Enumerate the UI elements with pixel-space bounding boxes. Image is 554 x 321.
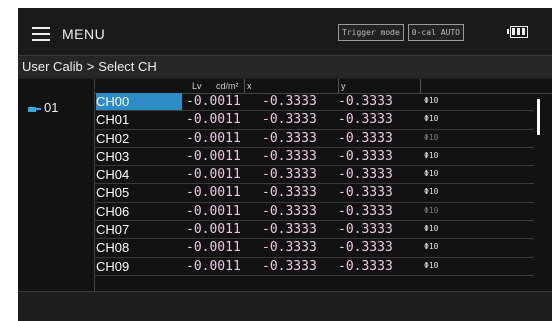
probe-status-icon: Φ10 <box>424 113 438 125</box>
probe-label: Φ10 <box>424 205 439 215</box>
x-value: -0.3333 <box>262 185 317 201</box>
breadcrumb-separator: > <box>86 59 95 74</box>
y-value: -0.3333 <box>338 258 393 274</box>
probe-status-icon: Φ10 <box>424 260 438 272</box>
trigger-mode-indicator: Trigger mode <box>338 24 404 41</box>
channel-list: CH00 -0.0011 -0.3333 -0.3333 Φ10 CH01 -0.0011-… <box>94 93 534 276</box>
column-unit: cd/m² <box>216 81 239 91</box>
x-value: -0.3333 <box>262 258 317 274</box>
channel-name: CH00 <box>96 93 182 110</box>
probe-status-icon: Φ10 <box>424 132 438 144</box>
channel-row[interactable]: CH08 -0.0011 -0.3333 -0.3333 Φ10 <box>94 239 534 258</box>
probe-plug-icon <box>28 105 42 113</box>
top-bar: MENU Trigger mode 0-cal AUTO <box>18 8 552 56</box>
channel-name: CH02 <box>96 130 130 146</box>
channel-row[interactable]: CH03 -0.0011 -0.3333 -0.3333 Φ10 <box>94 148 534 167</box>
probe-label: Φ10 <box>424 150 439 160</box>
y-value: -0.3333 <box>338 185 393 201</box>
x-value: -0.3333 <box>262 148 317 164</box>
lv-value: -0.0011 <box>186 148 241 164</box>
group-pane: 01 <box>18 79 95 291</box>
channel-name: CH04 <box>96 167 130 183</box>
channel-row[interactable]: CH00 -0.0011 -0.3333 -0.3333 Φ10 <box>94 93 534 112</box>
x-value: -0.3333 <box>262 112 317 128</box>
lv-value: -0.0011 <box>186 112 241 128</box>
battery-icon <box>507 26 528 38</box>
channel-name: CH07 <box>96 222 130 238</box>
channel-row[interactable]: CH01 -0.0011 -0.3333 -0.3333 Φ10 <box>94 111 534 130</box>
y-value: -0.3333 <box>338 240 393 256</box>
lv-value: -0.0011 <box>186 130 241 146</box>
column-divider <box>244 79 245 93</box>
probe-status-icon: Φ10 <box>424 150 438 162</box>
x-value: -0.3333 <box>262 167 317 183</box>
y-value: -0.3333 <box>338 167 393 183</box>
probe-label: Φ10 <box>424 169 439 179</box>
x-value: -0.3333 <box>262 240 317 256</box>
breadcrumb: User Calib > Select CH <box>18 56 552 78</box>
probe-status-icon: Φ10 <box>424 168 438 180</box>
lv-value: -0.0011 <box>186 94 241 109</box>
column-divider <box>420 79 421 93</box>
channel-name: CH03 <box>96 148 130 164</box>
column-header: Lv cd/m² x y <box>94 79 552 94</box>
probe-label: Φ10 <box>424 187 439 197</box>
footer-bar <box>18 291 552 321</box>
y-value: -0.3333 <box>338 94 393 109</box>
probe-status-icon: Φ10 <box>424 223 438 235</box>
hamburger-icon <box>32 27 50 41</box>
channel-name: CH05 <box>96 185 130 201</box>
probe-label: Φ10 <box>424 224 439 234</box>
column-lv: Lv <box>192 81 202 91</box>
lv-value: -0.0011 <box>186 185 241 201</box>
y-value: -0.3333 <box>338 112 393 128</box>
zero-cal-indicator: 0-cal AUTO <box>407 24 464 41</box>
channel-row[interactable]: CH04 -0.0011 -0.3333 -0.3333 Φ10 <box>94 166 534 185</box>
x-value: -0.3333 <box>262 203 317 219</box>
group-item[interactable]: 01 <box>28 99 88 117</box>
status-indicators: Trigger mode 0-cal AUTO <box>338 24 464 41</box>
column-y: y <box>341 81 346 91</box>
column-divider <box>338 79 339 93</box>
channel-row[interactable]: CH09 -0.0011 -0.3333 -0.3333 Φ10 <box>94 258 534 276</box>
breadcrumb-root: User Calib <box>22 59 83 74</box>
x-value: -0.3333 <box>262 130 317 146</box>
lv-value: -0.0011 <box>186 258 241 274</box>
channel-row[interactable]: CH06 -0.0011 -0.3333 -0.3333 Φ10 <box>94 203 534 222</box>
channel-row[interactable]: CH05 -0.0011 -0.3333 -0.3333 Φ10 <box>94 184 534 203</box>
column-x: x <box>247 81 252 91</box>
y-value: -0.3333 <box>338 148 393 164</box>
y-value: -0.3333 <box>338 203 393 219</box>
channel-name: CH09 <box>96 258 130 274</box>
menu-label: MENU <box>62 26 106 42</box>
channel-row[interactable]: CH02 -0.0011 -0.3333 -0.3333 Φ10 <box>94 130 534 148</box>
probe-label: Φ10 <box>424 96 439 105</box>
probe-status-icon: Φ10 <box>424 186 438 198</box>
channel-row[interactable]: CH07 -0.0011 -0.3333 -0.3333 Φ10 <box>94 221 534 240</box>
breadcrumb-current: Select CH <box>98 59 157 74</box>
channel-name: CH08 <box>96 240 130 256</box>
group-label: 01 <box>44 100 59 115</box>
y-value: -0.3333 <box>338 130 393 146</box>
probe-label: Φ10 <box>424 260 439 270</box>
lv-value: -0.0011 <box>186 240 241 256</box>
probe-status-icon: Φ10 <box>424 95 438 107</box>
channel-panel: 01 Lv cd/m² x y CH00 -0.0011 -0.3333 -0.333… <box>18 79 552 291</box>
probe-status-icon: Φ10 <box>424 241 438 253</box>
probe-status-icon: Φ10 <box>424 205 438 217</box>
y-value: -0.3333 <box>338 222 393 238</box>
probe-label: Φ10 <box>424 242 439 252</box>
x-value: -0.3333 <box>262 94 317 109</box>
lv-value: -0.0011 <box>186 222 241 238</box>
lv-value: -0.0011 <box>186 203 241 219</box>
probe-label: Φ10 <box>424 114 439 124</box>
probe-label: Φ10 <box>424 132 439 142</box>
lv-value: -0.0011 <box>186 167 241 183</box>
channel-name: CH01 <box>96 112 130 128</box>
channel-name: CH06 <box>96 203 130 219</box>
x-value: -0.3333 <box>262 222 317 238</box>
scrollbar[interactable] <box>537 99 540 135</box>
device-screen: MENU Trigger mode 0-cal AUTO User Calib >… <box>18 8 552 321</box>
menu-button[interactable]: MENU <box>32 22 105 46</box>
